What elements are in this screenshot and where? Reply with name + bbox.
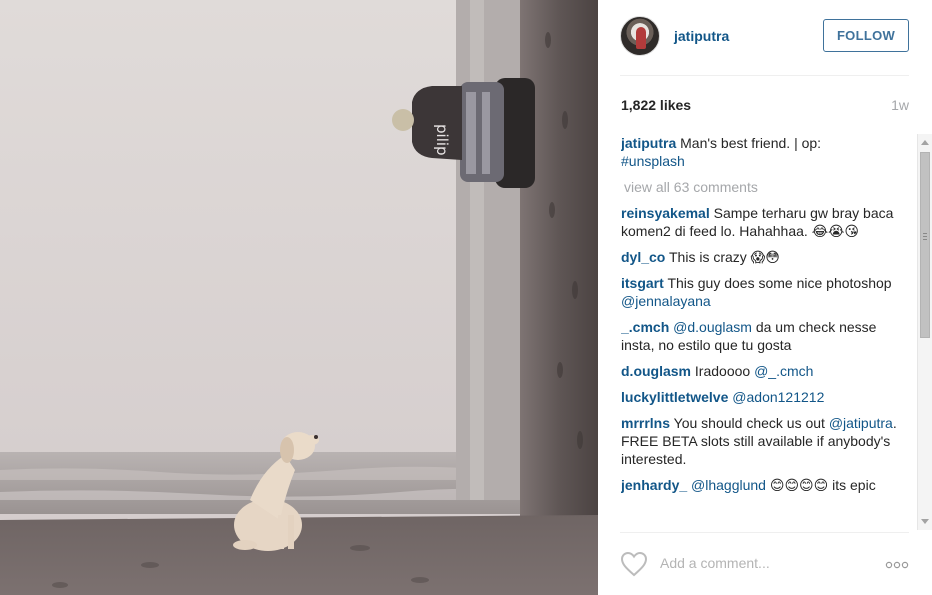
svg-text:pilip: pilip bbox=[433, 124, 451, 156]
username-link[interactable]: jatiputra bbox=[674, 28, 729, 44]
comment-mention-link[interactable]: @jatiputra bbox=[829, 415, 893, 431]
caption-text: Man's best friend. | op: bbox=[680, 135, 822, 151]
post-age[interactable]: 1w bbox=[891, 97, 909, 113]
post-header: jatiputra FOLLOW bbox=[620, 16, 909, 76]
comment-text: 😊😊😊😊 its epic bbox=[769, 477, 876, 493]
grip-line bbox=[923, 236, 927, 237]
list-item: luckylittletwelve @adon121212 bbox=[621, 388, 911, 406]
scrollbar-thumb[interactable] bbox=[920, 152, 930, 338]
avatar[interactable] bbox=[620, 16, 660, 56]
list-item: dyl_co This is crazy 😱😳 bbox=[621, 248, 911, 266]
avatar-figure bbox=[636, 27, 646, 49]
list-item: d.ouglasm Iradoooo @_.cmch bbox=[621, 362, 911, 380]
caption: jatiputra Man's best friend. | op: #unsp… bbox=[621, 134, 911, 170]
comment-mention-link[interactable]: @_.cmch bbox=[754, 363, 813, 379]
scroll-down-arrow-icon[interactable] bbox=[921, 519, 929, 524]
list-item: _.cmch @d.ouglasm da um check nesse inst… bbox=[621, 318, 911, 354]
photo-art: pilip bbox=[0, 0, 598, 595]
grip-line bbox=[923, 233, 927, 234]
comments-scrollbar[interactable] bbox=[917, 134, 932, 530]
follow-button[interactable]: FOLLOW bbox=[823, 19, 909, 52]
comment-text: This is crazy 😱😳 bbox=[669, 249, 780, 265]
list-item: jenhardy_ @lhagglund 😊😊😊😊 its epic bbox=[621, 476, 911, 494]
view-all-comments-link[interactable]: view all 63 comments bbox=[624, 178, 911, 196]
scroll-up-arrow-icon[interactable] bbox=[921, 140, 929, 145]
comment-user-link[interactable]: d.ouglasm bbox=[621, 363, 691, 379]
comment-mention-link[interactable]: @adon121212 bbox=[732, 389, 824, 405]
comment-user-link[interactable]: jenhardy_ bbox=[621, 477, 687, 493]
comment-user-link[interactable]: _.cmch bbox=[621, 319, 669, 335]
comment-user-link[interactable]: itsgart bbox=[621, 275, 664, 291]
comment-mention-link[interactable]: @lhagglund bbox=[691, 477, 766, 493]
list-item: reinsyakemal Sampe terharu gw bray baca … bbox=[621, 204, 911, 240]
comment-bar: Add a comment... bbox=[620, 532, 909, 595]
comment-user-link[interactable]: reinsyakemal bbox=[621, 205, 710, 221]
grip-line bbox=[923, 239, 927, 240]
comment-text: This guy does some nice photoshop bbox=[667, 275, 892, 291]
list-item: itsgart This guy does some nice photosho… bbox=[621, 274, 911, 310]
comment-text: Iradoooo bbox=[694, 363, 751, 379]
comments-list: jatiputra Man's best friend. | op: #unsp… bbox=[621, 134, 911, 530]
comment-user-link[interactable]: luckylittletwelve bbox=[621, 389, 728, 405]
likes-count[interactable]: 1,822 likes bbox=[621, 97, 691, 113]
comment-user-link[interactable]: dyl_co bbox=[621, 249, 665, 265]
caption-user-link[interactable]: jatiputra bbox=[621, 135, 676, 151]
heart-icon[interactable] bbox=[620, 551, 648, 577]
more-options-icon[interactable] bbox=[885, 561, 909, 569]
comment-user-link[interactable]: mrrrlns bbox=[621, 415, 670, 431]
post-photo[interactable]: pilip bbox=[0, 0, 598, 595]
list-item: mrrrlns You should check us out @jatiput… bbox=[621, 414, 911, 468]
comment-text: You should check us out bbox=[673, 415, 825, 431]
comment-mention-link[interactable]: @d.ouglasm bbox=[673, 319, 752, 335]
comment-mention-link[interactable]: @jennalayana bbox=[621, 293, 711, 309]
caption-hashtag-link[interactable]: #unsplash bbox=[621, 153, 685, 169]
add-comment-input[interactable]: Add a comment... bbox=[660, 555, 770, 571]
